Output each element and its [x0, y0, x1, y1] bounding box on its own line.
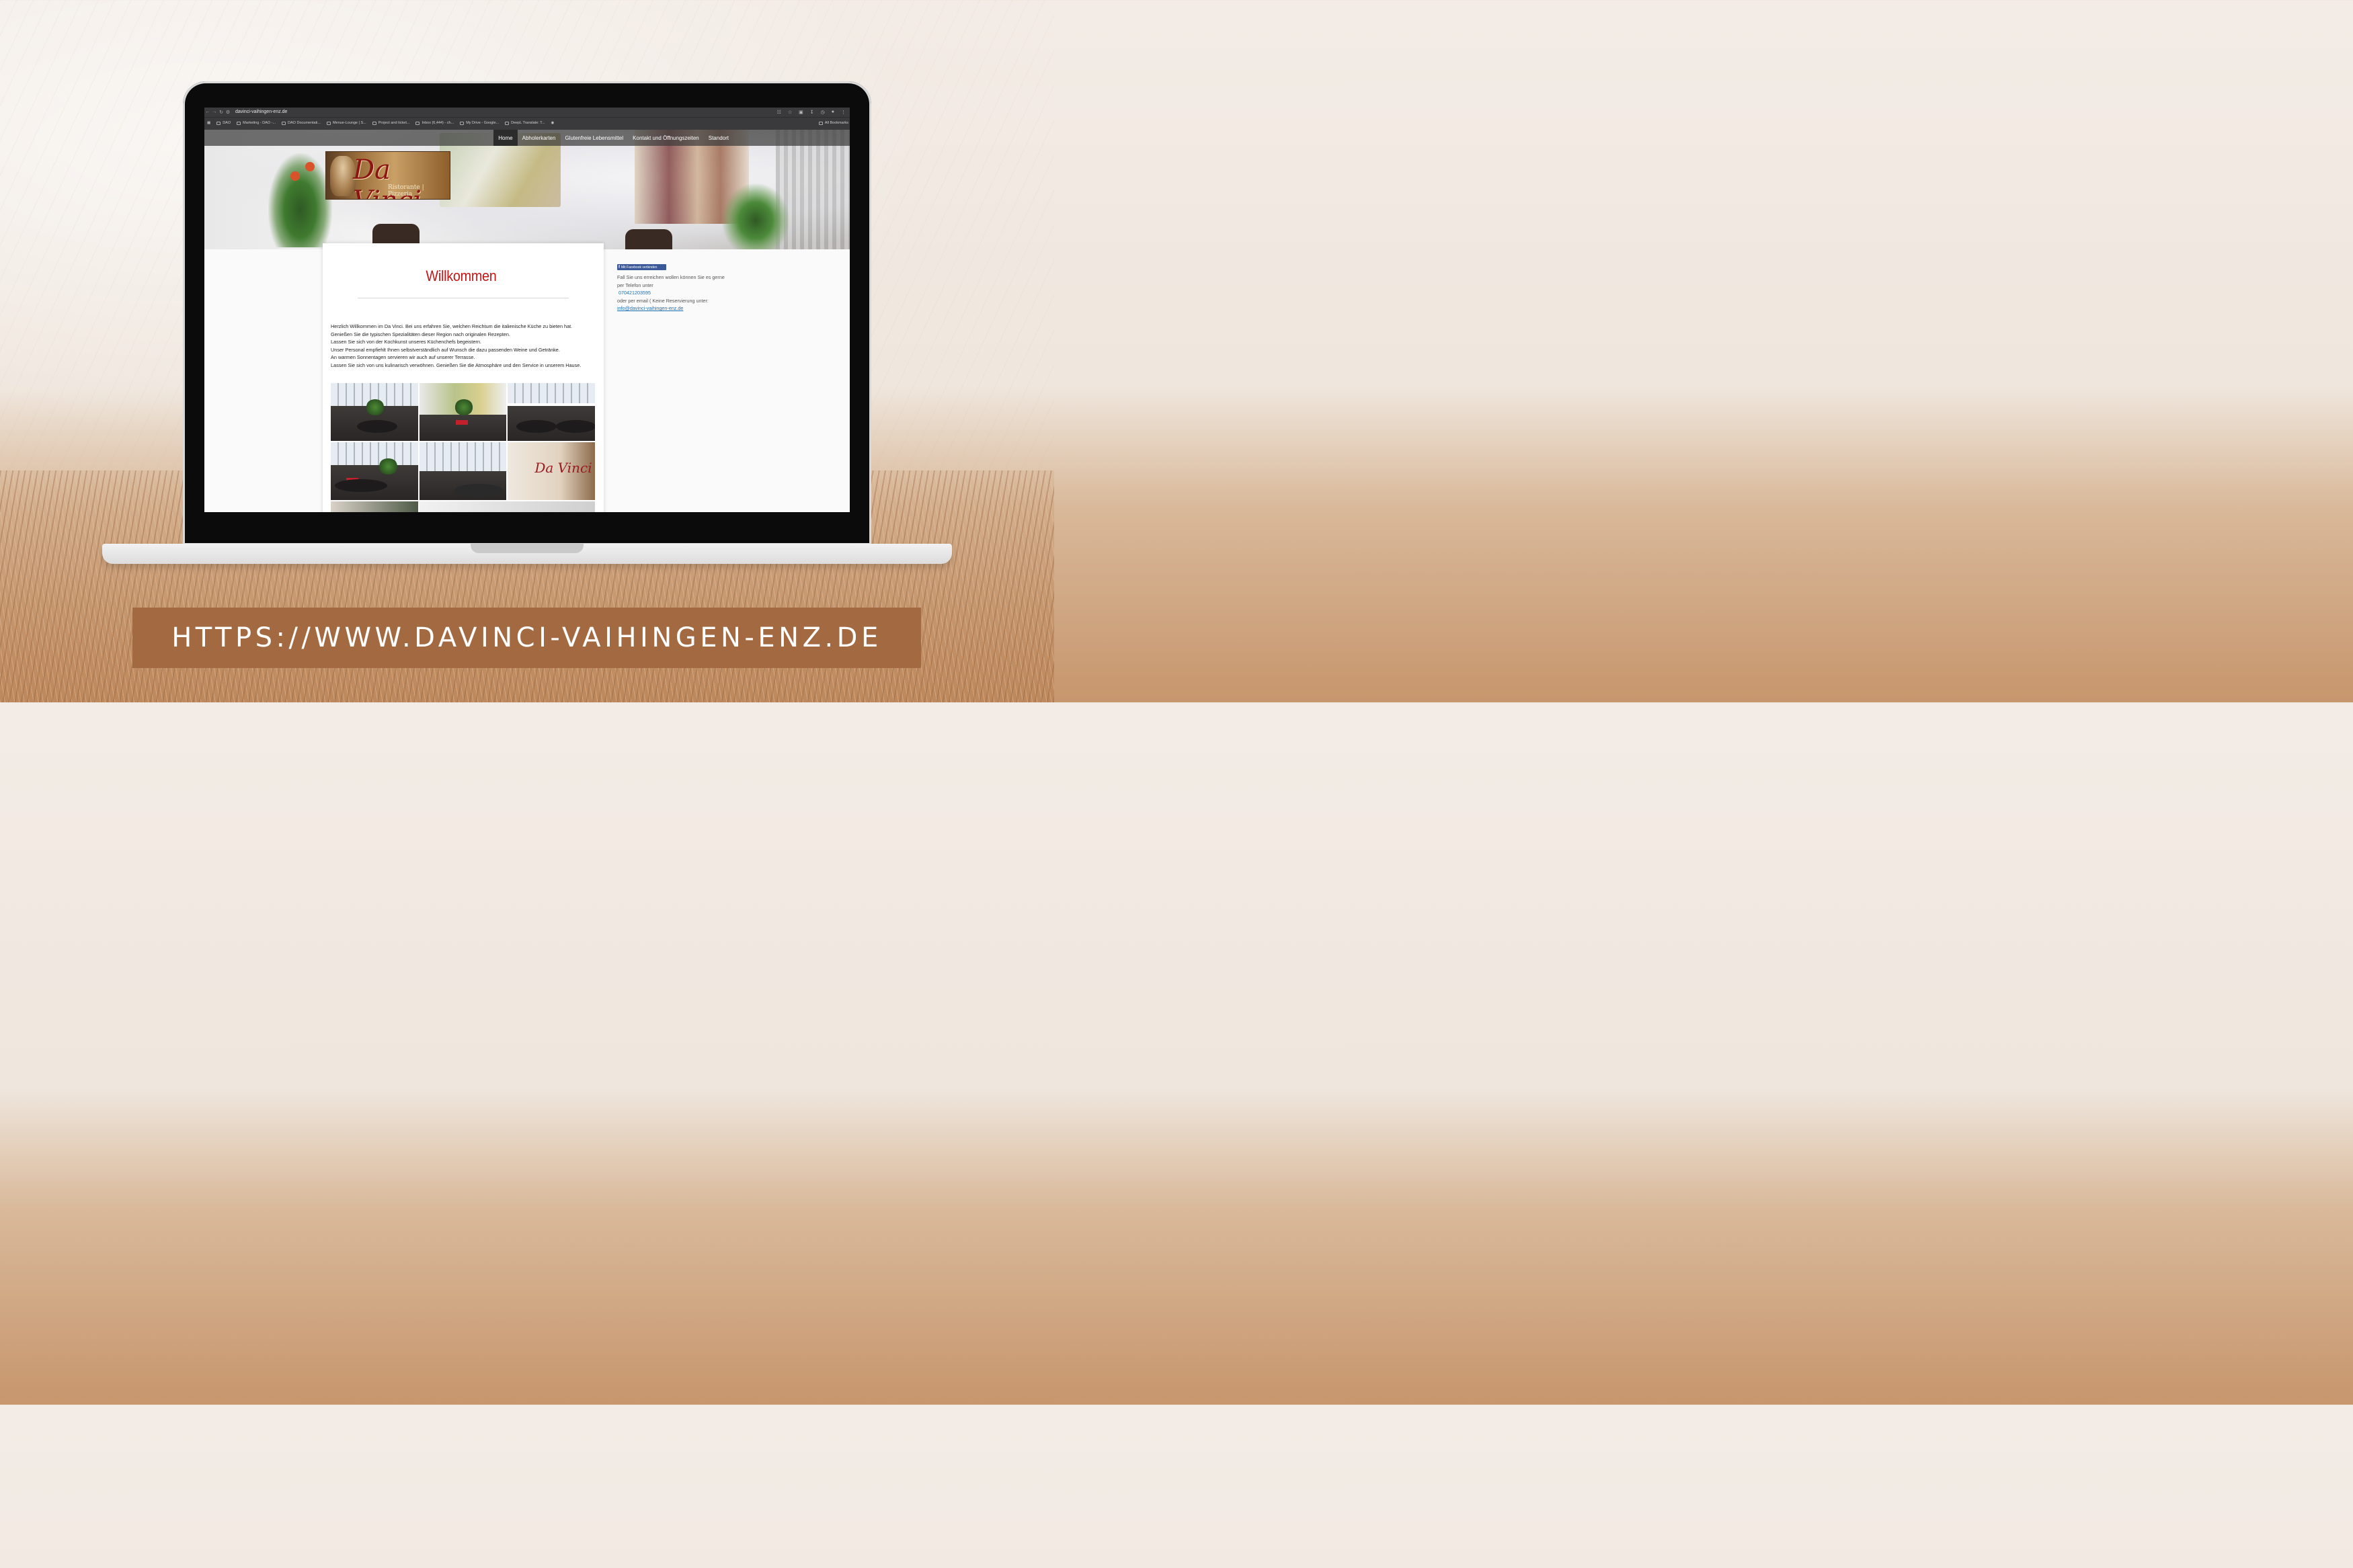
contact-text: oder per email ( Keine Reservierung unte… — [617, 297, 709, 304]
site-info-icon[interactable]: ⚙ — [225, 110, 231, 115]
gallery-photo[interactable] — [331, 501, 418, 512]
url-banner: HTTPS://WWW.DAVINCI-VAIHINGEN-ENZ.DE — [132, 608, 921, 668]
intro-line: An warmen Sonnentagen servieren wir auch… — [331, 354, 475, 361]
nav-kontakt[interactable]: Kontakt und Öffnungszeiten — [628, 130, 704, 146]
address-bar[interactable]: davinci-vaihingen-enz.de — [235, 110, 287, 114]
gallery-photo[interactable] — [331, 442, 418, 500]
site-logo[interactable]: Da Vinci Ristorante | Pizzeria — [325, 151, 450, 200]
profile-icon[interactable]: ● — [832, 110, 834, 115]
translate-icon[interactable]: ☷ — [777, 110, 781, 115]
bookmark-item[interactable]: Menue-Lounge | S... — [326, 121, 366, 125]
nav-home[interactable]: Home — [493, 130, 518, 146]
chair — [625, 229, 672, 249]
bookmark-item[interactable]: Inbox (6,444) - ch... — [415, 121, 454, 125]
plant-decoration — [268, 153, 332, 247]
site-icon — [237, 121, 241, 125]
facebook-connect-button[interactable]: f Mit Facebook verbinden — [617, 264, 666, 270]
intro-line: Lassen Sie sich von uns kulinarisch verw… — [331, 362, 582, 368]
back-icon[interactable]: ← — [204, 110, 211, 114]
contact-info: Fall Sie uns erreichen wollen können Sie… — [617, 274, 725, 313]
address-row: ← → ↻ ⚙ davinci-vaihingen-enz.de ☷ ☆ ▣ ↧… — [204, 108, 850, 116]
nav-glutenfreie-lebensmittel[interactable]: Glutenfreie Lebensmittel — [560, 130, 628, 146]
bookmarks-bar: ▦ DAO Marketing - DAO -... DAO Documenta… — [204, 117, 850, 128]
gallery-photo[interactable] — [419, 383, 507, 441]
bookmark-item[interactable]: DAO Documentati... — [282, 121, 321, 125]
nav-standort[interactable]: Standort — [704, 130, 733, 146]
bookmark-star-icon[interactable]: ☆ — [788, 110, 792, 115]
browser-chrome: ← → ↻ ⚙ davinci-vaihingen-enz.de ☷ ☆ ▣ ↧… — [204, 108, 850, 130]
nav-abholerkarten[interactable]: Abholerkarten — [518, 130, 561, 146]
deepl-icon — [505, 121, 510, 125]
flower-decoration — [290, 171, 300, 181]
folder-icon — [818, 121, 823, 125]
site-navigation: Home Abholerkarten Glutenfreie Lebensmit… — [204, 130, 850, 146]
gallery-logo-text: Da Vinci — [534, 460, 592, 476]
forward-icon[interactable]: → — [211, 110, 218, 114]
bookmark-item[interactable]: DAO — [216, 121, 231, 125]
intro-line: Herzlich Willkommen im Da Vinci. Bei uns… — [331, 323, 573, 329]
email-link[interactable]: info@davinci-vaihingen-enz.de — [617, 304, 725, 313]
phone-link[interactable]: 070421203595 — [617, 289, 725, 297]
all-bookmarks[interactable]: All Bookmarks — [818, 121, 850, 125]
bookmark-item[interactable]: My Drive - Google... — [460, 121, 499, 125]
logo-subtitle: Ristorante | Pizzeria — [388, 184, 424, 198]
gmail-icon — [415, 121, 420, 125]
page-title: Willkommen — [426, 267, 497, 284]
facebook-icon: f — [619, 265, 620, 270]
folder-icon — [282, 121, 286, 125]
photo-gallery: Da Vinci — [331, 383, 595, 512]
bookmark-item[interactable]: Marketing - DAO -... — [237, 121, 276, 125]
contact-text: Fall Sie uns erreichen wollen können Sie… — [617, 274, 725, 288]
gallery-photo[interactable]: Da Vinci — [508, 442, 595, 500]
gallery-photo[interactable] — [508, 383, 595, 441]
content-card: Willkommen Herzlich Willkommen im Da Vin… — [323, 243, 604, 512]
apps-icon[interactable]: ▦ — [207, 121, 210, 125]
download-icon[interactable]: ↧ — [810, 110, 814, 115]
drive-icon — [460, 121, 465, 125]
menu-icon[interactable]: ⋮ — [841, 110, 846, 115]
bookmark-item[interactable]: DeepL Translate: T... — [505, 121, 545, 125]
banner-url-text: HTTPS://WWW.DAVINCI-VAIHINGEN-ENZ.DE — [171, 622, 882, 653]
browser-toolbar-icons: ☷ ☆ ▣ ↧ ◷ ● ⋮ — [777, 110, 850, 115]
gallery-photo[interactable] — [331, 383, 418, 441]
intro-line: Genießen Sie die typischen Spezialitäten… — [331, 331, 510, 337]
intro-line: Unser Personal empfiehlt Ihnen selbstver… — [331, 346, 560, 353]
flower-decoration — [305, 162, 315, 171]
header-photo — [204, 130, 850, 249]
maps-icon[interactable]: ◉ — [551, 121, 555, 125]
plant-decoration — [722, 183, 789, 249]
reload-icon[interactable]: ↻ — [218, 110, 225, 115]
da-vinci-portrait — [330, 156, 356, 196]
history-icon[interactable]: ◷ — [821, 110, 825, 115]
laptop-notch — [471, 544, 584, 553]
intro-line: Lassen Sie sich von der Kochkunst unsere… — [331, 339, 481, 345]
extensions-icon[interactable]: ▣ — [799, 110, 803, 115]
laptop-screen: ← → ↻ ⚙ davinci-vaihingen-enz.de ☷ ☆ ▣ ↧… — [204, 108, 850, 512]
bookmark-item[interactable]: Project and ticket... — [372, 121, 409, 125]
site-icon — [372, 121, 376, 125]
site-icon — [326, 121, 331, 125]
folder-icon — [216, 121, 221, 125]
intro-text: Herzlich Willkommen im Da Vinci. Bei uns… — [331, 323, 600, 370]
gallery-photo[interactable] — [419, 442, 507, 500]
gallery-photo[interactable] — [419, 501, 595, 512]
